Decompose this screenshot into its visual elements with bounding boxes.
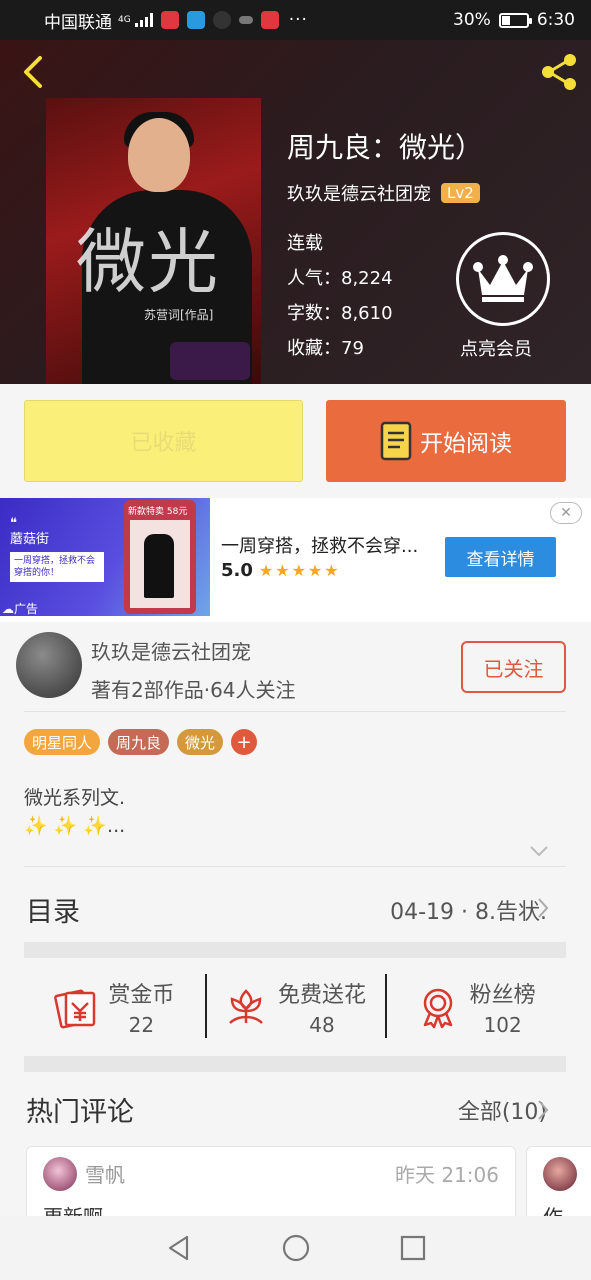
signal-icon bbox=[134, 13, 153, 27]
book-description[interactable]: 微光系列文. ✨ ✨ ✨... bbox=[24, 784, 125, 840]
battery-percent: 30% bbox=[453, 10, 491, 30]
author-row[interactable]: 玖玖是德云社团宠 Lv2 bbox=[287, 180, 480, 206]
clock: 6:30 bbox=[536, 10, 575, 30]
back-icon[interactable] bbox=[14, 52, 54, 92]
app-notification-icon bbox=[186, 11, 205, 29]
recents-nav-icon[interactable] bbox=[399, 1234, 427, 1262]
avatar[interactable] bbox=[16, 632, 82, 698]
medal-icon bbox=[423, 988, 452, 1029]
avatar[interactable] bbox=[43, 1157, 77, 1191]
network-type: 4G bbox=[118, 14, 131, 25]
author-name[interactable]: 玖玖是德云社团宠 bbox=[287, 180, 431, 206]
comment-time: 昨天 21:06 bbox=[395, 1163, 499, 1187]
avatar[interactable] bbox=[543, 1157, 577, 1191]
chevron-down-icon[interactable] bbox=[528, 840, 550, 862]
cover-subtitle: 苏营词[作品] bbox=[144, 308, 214, 322]
more-notifications-icon: ··· bbox=[288, 10, 308, 30]
fan-ranking-count: 102 bbox=[483, 1013, 522, 1037]
start-reading-button[interactable]: 开始阅读 bbox=[326, 400, 566, 482]
ad-phone-image: 新款特卖 58元 bbox=[124, 500, 196, 614]
book-cover[interactable]: 微光 苏营词[作品] bbox=[46, 98, 261, 384]
ad-phone-banner: 新款特卖 58元 bbox=[128, 507, 188, 517]
app-notification-icon bbox=[260, 11, 279, 29]
tag-list: 明星同人 周九良 微光 + bbox=[24, 729, 258, 755]
serial-status: 连载 bbox=[287, 233, 323, 254]
back-nav-icon[interactable] bbox=[165, 1234, 193, 1262]
ad-banner[interactable]: ❝ 蘑菇街 一周穿搭，拯救不会穿搭的你！ ☁广告 新款特卖 58元 一周穿搭，拯救… bbox=[0, 498, 591, 622]
crown-icon bbox=[473, 255, 533, 302]
chevron-right-icon bbox=[538, 898, 549, 918]
section-separator bbox=[24, 942, 566, 958]
author-card[interactable]: 玖玖是德云社团宠 著有2部作品·64人关注 已关注 bbox=[0, 622, 591, 712]
tag-mingxing[interactable]: 明星同人 bbox=[24, 729, 101, 755]
share-icon[interactable] bbox=[537, 50, 581, 94]
reward-coins-button[interactable]: 赏金币 22 bbox=[24, 958, 205, 1056]
carrier-name: 中国联通 bbox=[44, 12, 112, 33]
follow-button[interactable]: 已关注 bbox=[461, 641, 566, 693]
tag-zhoujiuliang[interactable]: 周九良 bbox=[108, 729, 170, 755]
action-buttons: 已收藏 开始阅读 bbox=[0, 384, 591, 498]
comment-user[interactable]: 雪帆 bbox=[85, 1159, 125, 1188]
ad-title[interactable]: 一周穿搭，拯救不会穿... bbox=[221, 532, 418, 558]
description-line: ✨ ✨ ✨... bbox=[24, 815, 126, 837]
all-comments-link[interactable]: 全部(10) bbox=[458, 1094, 547, 1126]
vip-label[interactable]: 点亮会员 bbox=[460, 335, 532, 361]
comments-title: 热门评论 bbox=[26, 1097, 134, 1128]
battery-icon bbox=[498, 12, 532, 28]
book-title: 周九良：微光） bbox=[287, 131, 484, 164]
close-icon[interactable]: ✕ bbox=[550, 502, 582, 524]
system-nav-bar bbox=[0, 1216, 591, 1280]
ad-rating: 5.0 ★★★★★ bbox=[221, 560, 341, 581]
comments-header: 热门评论 全部(10) bbox=[0, 1076, 591, 1136]
level-badge: Lv2 bbox=[441, 183, 480, 203]
flower-count: 48 bbox=[309, 1013, 335, 1037]
author-card-name[interactable]: 玖玖是德云社团宠 bbox=[91, 636, 251, 665]
catalog-title: 目录 bbox=[26, 897, 80, 928]
divider bbox=[24, 711, 566, 712]
fan-ranking-label: 粉丝榜 bbox=[469, 983, 536, 1008]
author-card-summary: 著有2部作品·64人关注 bbox=[91, 678, 296, 702]
flower-icon bbox=[229, 989, 263, 1024]
book-header: 微光 苏营词[作品] 周九良：微光） 玖玖是德云社团宠 Lv2 连载 人气：8,… bbox=[0, 40, 591, 384]
section-separator bbox=[24, 1056, 566, 1072]
book-stats: 连载 人气：8,224 字数：8,610 收藏：79 bbox=[287, 226, 393, 366]
chevron-right-icon[interactable] bbox=[536, 1098, 550, 1122]
reward-count: 22 bbox=[128, 1013, 155, 1037]
app-notification-icon bbox=[238, 16, 253, 24]
add-tag-button[interactable]: + bbox=[231, 729, 258, 755]
fan-ranking-button[interactable]: 粉丝榜 102 bbox=[385, 958, 566, 1056]
book-icon bbox=[380, 421, 412, 461]
reward-label: 赏金币 bbox=[108, 983, 175, 1008]
ad-note: 一周穿搭，拯救不会穿搭的你！ bbox=[10, 552, 104, 582]
cover-title: 微光 bbox=[76, 221, 220, 303]
ad-details-button[interactable]: 查看详情 bbox=[445, 537, 556, 577]
ad-rating-value: 5.0 bbox=[221, 560, 253, 581]
flower-label: 免费送花 bbox=[278, 983, 367, 1008]
app-notification-icon bbox=[212, 11, 231, 29]
red-envelope-icon bbox=[54, 989, 96, 1029]
star-rating-icon: ★★★★★ bbox=[258, 561, 341, 580]
send-flower-button[interactable]: 免费送花 48 bbox=[204, 958, 386, 1056]
support-actions: 赏金币 22 免费送花 48 粉丝榜 102 bbox=[24, 958, 566, 1056]
tag-weiguang[interactable]: 微光 bbox=[177, 729, 224, 755]
start-reading-label: 开始阅读 bbox=[420, 431, 512, 457]
favorites-count: 收藏：79 bbox=[287, 338, 364, 359]
ad-tag: ☁广告 bbox=[2, 602, 39, 616]
description-line: 微光系列文. bbox=[24, 787, 126, 809]
ad-image[interactable]: ❝ 蘑菇街 一周穿搭，拯救不会穿搭的你！ ☁广告 新款特卖 58元 bbox=[0, 498, 210, 616]
catalog-row[interactable]: 目录 04-19 · 8.告状. bbox=[0, 868, 591, 942]
vip-button[interactable] bbox=[456, 232, 550, 326]
ad-brand: ❝ 蘑菇街 bbox=[10, 516, 50, 547]
word-count: 字数：8,610 bbox=[287, 303, 393, 324]
latest-chapter[interactable]: 04-19 · 8.告状. bbox=[390, 894, 547, 926]
divider bbox=[24, 866, 566, 867]
favorited-button[interactable]: 已收藏 bbox=[24, 400, 303, 482]
status-bar: 中国联通 4G ··· 30% 6:30 bbox=[0, 0, 591, 40]
popularity-count: 人气：8,224 bbox=[287, 268, 393, 289]
app-notification-icon bbox=[160, 11, 179, 29]
home-nav-icon[interactable] bbox=[282, 1234, 310, 1262]
